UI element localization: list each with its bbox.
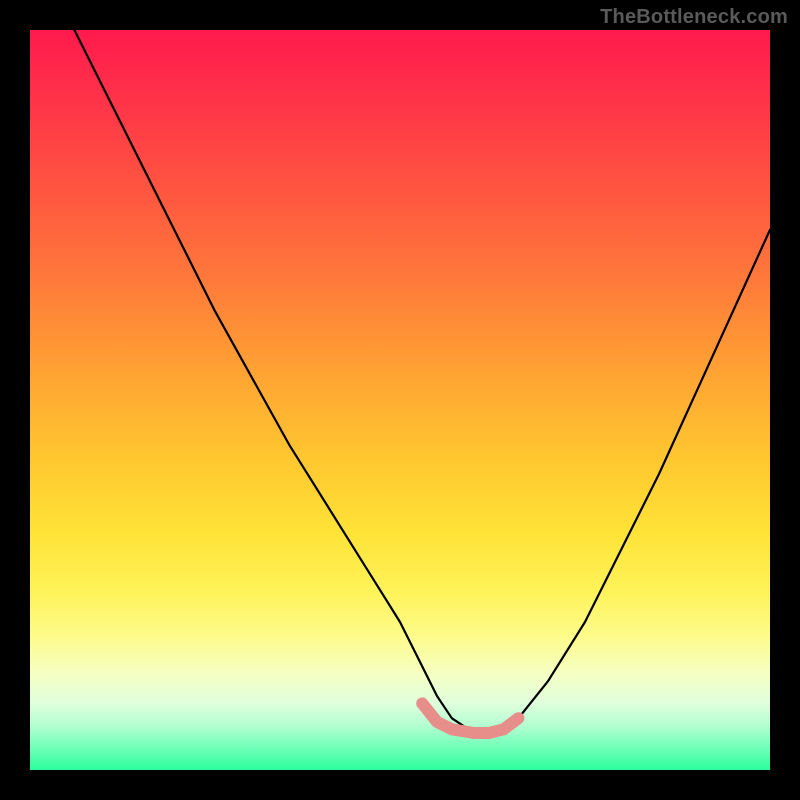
optimal-band [422,703,518,733]
curve-layer [30,30,770,770]
bottleneck-curve [74,30,770,733]
watermark-text: TheBottleneck.com [600,6,788,29]
plot-area [30,30,770,770]
chart-frame: TheBottleneck.com [0,0,800,800]
